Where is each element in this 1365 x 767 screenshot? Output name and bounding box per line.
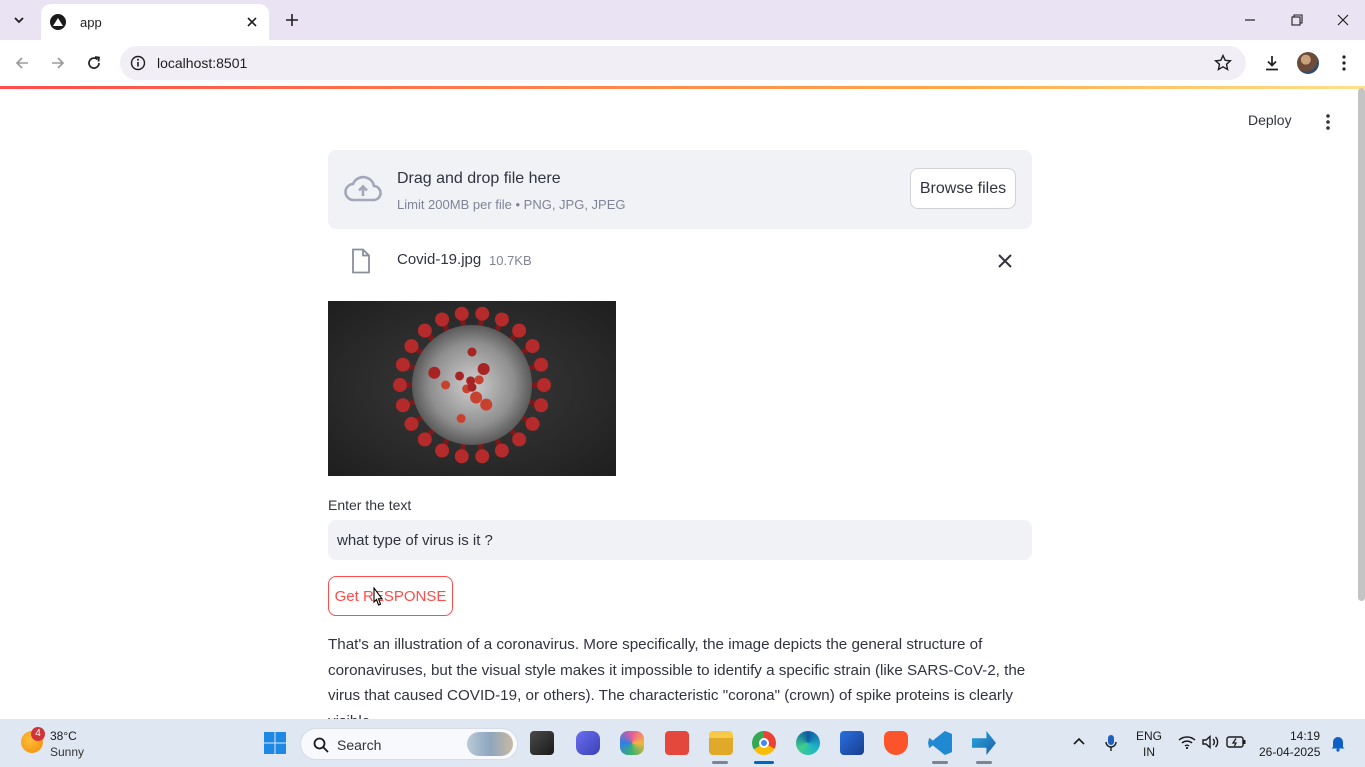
volume-icon[interactable] [1202, 735, 1220, 749]
git-app-icon[interactable] [665, 731, 689, 755]
remove-file-close-icon[interactable] [996, 252, 1014, 270]
microsoft-store-icon[interactable] [840, 731, 864, 755]
vscode-running-indicator [932, 761, 948, 764]
app-menu-icon[interactable] [1318, 112, 1338, 132]
site-info-icon[interactable] [130, 55, 146, 71]
input-region[interactable]: IN [1143, 745, 1155, 759]
back-arrow-icon[interactable] [10, 51, 34, 75]
query-text-input[interactable] [328, 520, 1032, 560]
mouse-pointer-cursor [373, 587, 384, 606]
file-icon [352, 248, 370, 274]
edge-icon[interactable] [796, 731, 820, 755]
address-bar[interactable]: localhost:8501 [120, 46, 1246, 80]
snipping-running-indicator [976, 761, 992, 764]
file-name: Covid-19.jpg [397, 251, 482, 268]
windows-start-icon[interactable] [263, 731, 287, 755]
uploaded-image-preview [328, 301, 616, 476]
vscode-icon[interactable] [928, 731, 952, 755]
clock-date[interactable]: 26-04-2025 [1259, 745, 1320, 759]
close-window-icon[interactable] [1331, 8, 1355, 32]
dropzone-title: Drag and drop file here [397, 170, 561, 187]
notification-bell-icon[interactable] [1330, 734, 1346, 752]
weather-temperature[interactable]: 38°C [50, 729, 77, 743]
file-size: 10.7KB [489, 253, 532, 268]
bookmark-star-icon[interactable] [1214, 54, 1232, 72]
file-dropzone[interactable]: Drag and drop file here Limit 200MB per … [328, 150, 1032, 229]
copilot-icon[interactable] [620, 731, 644, 755]
taskbar-search-box[interactable]: Search [300, 728, 518, 760]
reload-icon[interactable] [82, 51, 106, 75]
response-text: That's an illustration of a coronavirus.… [328, 636, 1026, 719]
weather-condition[interactable]: Sunny [50, 745, 84, 759]
uploaded-file-row: Covid-19.jpg 10.7KB [328, 239, 1032, 283]
weather-badge: 4 [31, 727, 45, 741]
show-hidden-icons-chevron-icon[interactable] [1072, 736, 1086, 746]
search-highlight-image [467, 732, 513, 756]
chrome-icon[interactable] [752, 731, 776, 755]
brave-icon[interactable] [884, 731, 908, 755]
page-scrollbar[interactable] [1358, 88, 1365, 601]
coronavirus-illustration [393, 306, 551, 464]
windows-taskbar: 4 38°C Sunny Search ENG IN 14:19 26-04-2… [0, 719, 1365, 767]
task-view-icon[interactable] [530, 731, 554, 755]
cloud-upload-icon [344, 175, 382, 202]
battery-icon[interactable] [1226, 735, 1246, 749]
input-language[interactable]: ENG [1136, 729, 1162, 743]
wifi-icon[interactable] [1178, 735, 1196, 749]
file-explorer-icon[interactable] [709, 731, 733, 755]
taskbar-search-label: Search [337, 737, 382, 753]
close-tab-icon[interactable] [243, 13, 261, 31]
browser-tab-active[interactable]: app [41, 4, 269, 40]
tab-title: app [80, 14, 102, 30]
chrome-running-indicator [754, 761, 774, 764]
downloads-icon[interactable] [1261, 52, 1283, 74]
deploy-button[interactable]: Deploy [1248, 112, 1292, 128]
teams-meet-icon[interactable] [576, 731, 600, 755]
minimize-window-icon[interactable] [1238, 8, 1262, 32]
new-tab-plus-icon[interactable] [280, 8, 304, 32]
tab-search-chevron-icon[interactable] [6, 7, 32, 33]
clock-time[interactable]: 14:19 [1290, 729, 1320, 743]
microphone-icon[interactable] [1104, 734, 1118, 752]
dropzone-limits: Limit 200MB per file • PNG, JPG, JPEG [397, 197, 626, 212]
explorer-running-indicator [712, 761, 728, 764]
app-content: Deploy Drag and drop file here Limit 200… [0, 89, 1365, 719]
search-icon [313, 737, 329, 753]
browser-menu-icon[interactable] [1333, 52, 1355, 74]
forward-arrow-icon[interactable] [46, 51, 70, 75]
text-input-label: Enter the text [328, 497, 412, 513]
snipping-tool-icon[interactable] [972, 731, 996, 755]
browse-files-button[interactable]: Browse files [910, 168, 1016, 209]
restore-window-icon[interactable] [1285, 8, 1309, 32]
streamlit-favicon-icon [50, 14, 66, 30]
get-response-button[interactable]: Get RESPONSE [328, 576, 453, 616]
url-text: localhost:8501 [157, 55, 248, 71]
profile-avatar[interactable] [1297, 52, 1319, 74]
browser-tab-strip: app [0, 0, 1365, 40]
